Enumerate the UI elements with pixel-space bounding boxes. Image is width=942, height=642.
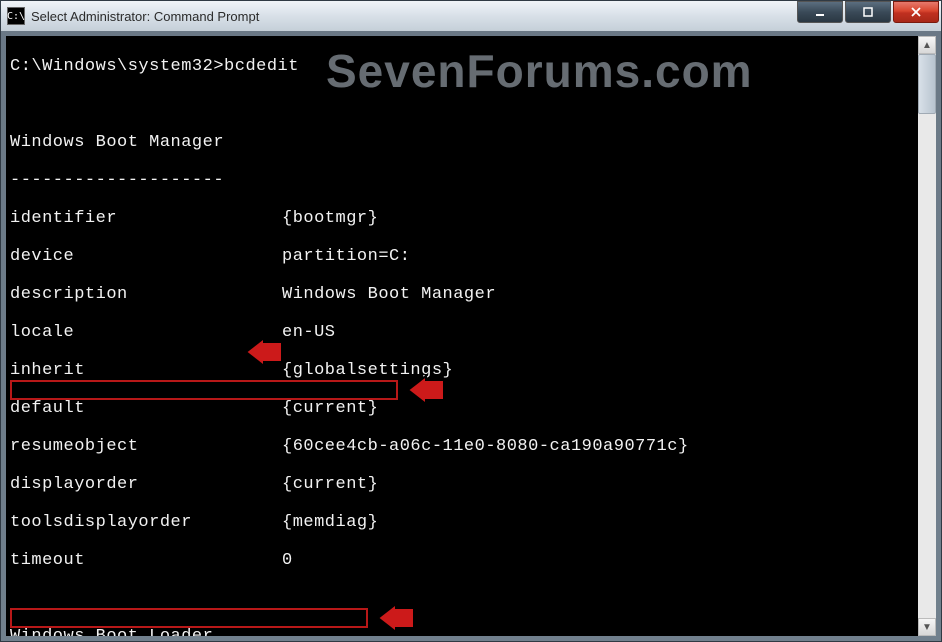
bcd-key: description [10,285,282,304]
maximize-button[interactable] [845,1,891,23]
terminal-output[interactable]: C:\Windows\system32>bcdedit Windows Boot… [6,36,918,636]
scroll-down-button[interactable]: ▼ [918,618,936,636]
command-text: bcdedit [224,57,299,76]
command-prompt-window: C:\ Select Administrator: Command Prompt… [0,0,942,642]
bcd-key: toolsdisplayorder [10,513,282,532]
window-title: Select Administrator: Command Prompt [31,9,259,24]
bcd-key: displayorder [10,475,282,494]
cmd-icon: C:\ [7,7,25,25]
titlebar[interactable]: C:\ Select Administrator: Command Prompt [1,1,941,31]
bcd-key: identifier [10,209,282,228]
bcd-value: en-US [282,323,336,342]
bcd-key: locale [10,323,282,342]
client-area: C:\Windows\system32>bcdedit Windows Boot… [6,36,936,636]
bcd-value: {current} [282,475,378,494]
bcd-value: {globalsettings} [282,361,453,380]
bcd-value: 0 [282,551,293,570]
bcd-value: {memdiag} [282,513,378,532]
scroll-thumb[interactable] [918,54,936,114]
close-button[interactable] [893,1,939,23]
section-rule: -------------------- [10,171,224,190]
bcd-key: device [10,247,282,266]
bcd-value: {current} [282,399,378,418]
bcd-key: resumeobject [10,437,282,456]
bcd-key: inherit [10,361,282,380]
bcd-value: {bootmgr} [282,209,378,228]
section-header: Windows Boot Manager [10,133,224,152]
bcd-value: partition=C: [282,247,410,266]
bcd-value: {60cee4cb-a06c-11e0-8080-ca190a90771c} [282,437,689,456]
bcd-key: default [10,399,282,418]
prompt-text: C:\Windows\system32> [10,57,224,76]
minimize-button[interactable] [797,1,843,23]
bcd-key: timeout [10,551,282,570]
window-buttons [797,1,939,23]
vertical-scrollbar[interactable]: ▲ ▼ [918,36,936,636]
scroll-up-button[interactable]: ▲ [918,36,936,54]
section-header: Windows Boot Loader [10,627,213,636]
bcd-value: Windows Boot Manager [282,285,496,304]
